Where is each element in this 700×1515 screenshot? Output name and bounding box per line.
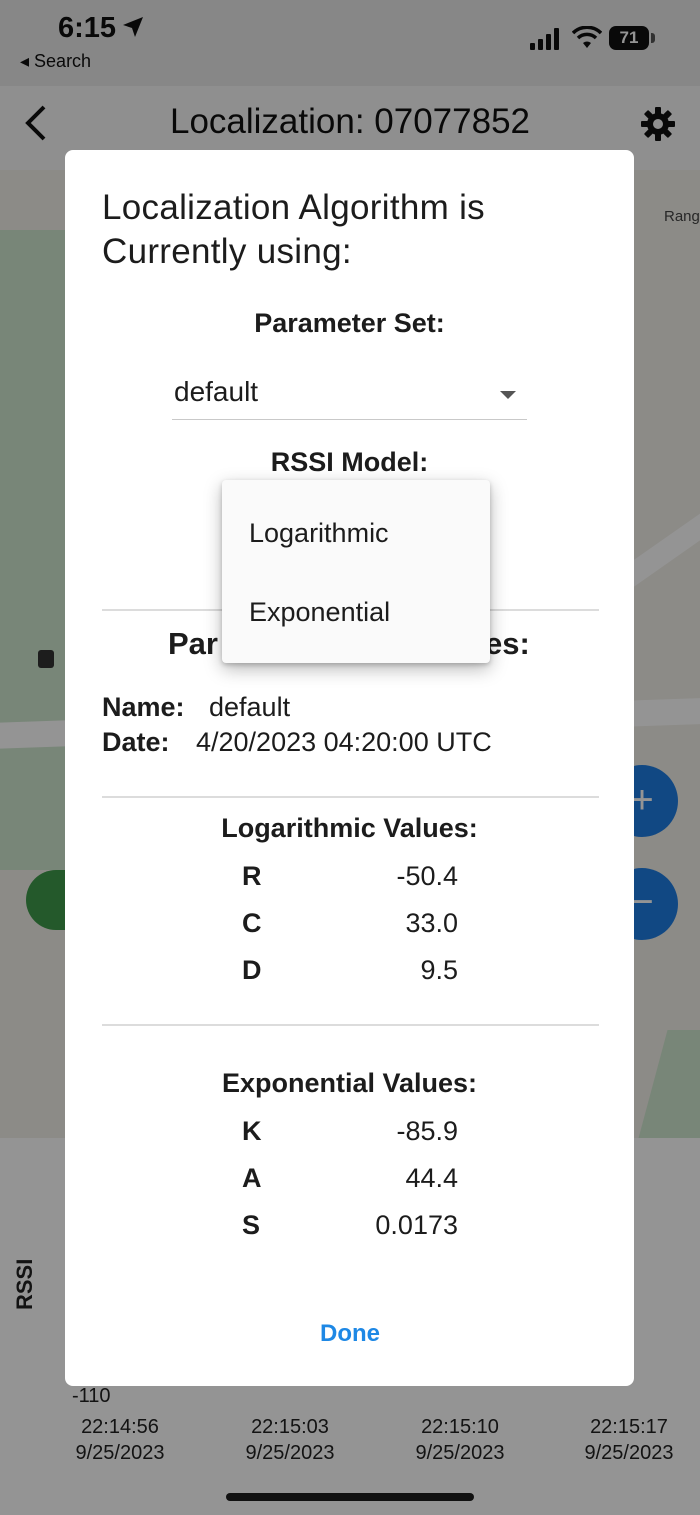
parameter-values-heading: Par — [168, 626, 218, 661]
exp-param-value: 0.0173 — [375, 1210, 458, 1240]
done-button[interactable]: Done — [290, 1310, 410, 1358]
exp-param-key: S — [242, 1210, 261, 1240]
log-param-value: 33.0 — [405, 908, 458, 938]
divider — [102, 796, 599, 798]
menu-item-label: Exponential — [249, 597, 391, 627]
exp-param-key: A — [242, 1163, 262, 1193]
home-indicator[interactable] — [226, 1493, 474, 1501]
parameter-set-selected-value: default — [174, 376, 259, 407]
exp-param-value: 44.4 — [405, 1163, 458, 1193]
parameter-values-heading: es: — [485, 626, 530, 661]
menu-item-exponential[interactable]: Exponential — [222, 573, 490, 651]
dialog-title: Localization Algorithm is Currently usin… — [102, 188, 485, 271]
date-value: 4/20/2023 04:20:00 UTC — [196, 727, 492, 757]
exp-param-value: -85.9 — [396, 1116, 458, 1146]
name-value: default — [209, 692, 291, 722]
exponential-values-heading: Exponential Values: — [221, 1068, 478, 1098]
parameter-set-select[interactable]: default — [172, 372, 527, 420]
logarithmic-values-heading: Logarithmic Values: — [221, 813, 478, 843]
rssi-model-heading: RSSI Model: — [270, 447, 429, 477]
menu-item-label: Logarithmic — [249, 518, 389, 548]
date-label: Date: — [102, 727, 170, 757]
exp-param-key: K — [242, 1116, 262, 1146]
log-param-key: D — [242, 955, 262, 985]
log-param-value: -50.4 — [396, 861, 458, 891]
log-param-key: R — [242, 861, 262, 891]
rssi-model-menu: Logarithmic Exponential — [222, 480, 490, 663]
log-param-key: C — [242, 908, 262, 938]
dropdown-arrow-icon — [500, 391, 516, 399]
divider — [102, 1024, 599, 1026]
log-param-value: 9.5 — [420, 955, 458, 985]
parameter-set-heading: Parameter Set: — [254, 308, 445, 338]
name-label: Name: — [102, 692, 185, 722]
menu-item-logarithmic[interactable]: Logarithmic — [222, 494, 490, 572]
